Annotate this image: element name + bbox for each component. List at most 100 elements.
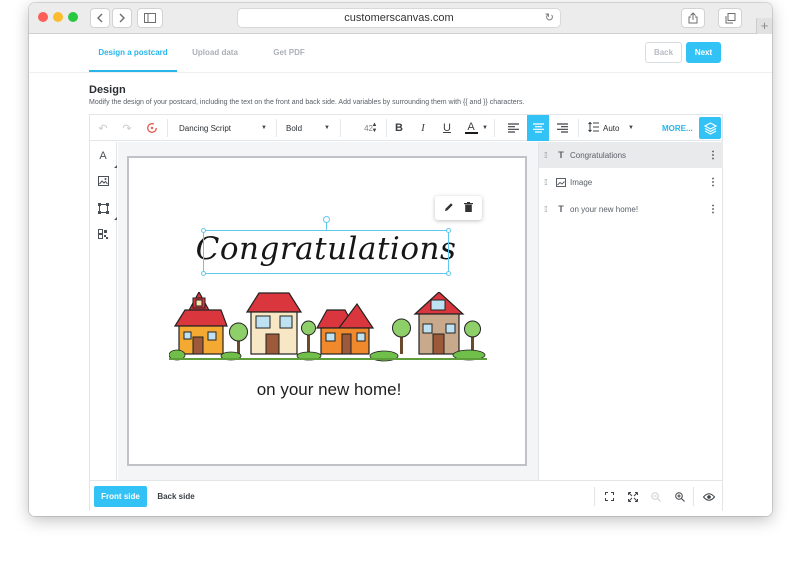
resize-handle-tl[interactable] [201, 228, 206, 233]
font-family-select[interactable]: Dancing Script ▼ [179, 120, 267, 136]
text-tool[interactable]: A [95, 148, 117, 168]
layer-item[interactable]: ⁞⁞ Image ⋮ [539, 169, 723, 195]
step-upload-data[interactable]: Upload data [177, 34, 253, 72]
postcard-editor: ↶ ↷ Dancing Script ▼ Bold ▼ 42 ▲ ▼ B I U… [89, 114, 723, 511]
browser-titlebar: customerscanvas.com ↻ + [29, 3, 772, 34]
chevron-down-icon: ▼ [261, 125, 267, 131]
toolbar-separator [340, 119, 341, 137]
chevron-down-icon: ▼ [628, 125, 634, 131]
shape-icon[interactable] [95, 200, 117, 220]
undo-icon[interactable]: ↶ [94, 115, 112, 141]
house-3 [315, 302, 375, 355]
chevron-right-icon[interactable] [112, 8, 132, 28]
next-button[interactable]: Next [686, 42, 721, 63]
postcard-canvas[interactable]: Congratulations on your new home! [127, 156, 527, 466]
trash-icon[interactable] [464, 199, 473, 217]
text-color-swatch [464, 132, 478, 134]
text-color-button[interactable]: A [461, 115, 481, 141]
house-2 [245, 292, 303, 355]
eye-icon[interactable] [699, 486, 719, 507]
toolbar-separator [578, 119, 579, 137]
bold-button[interactable]: B [390, 115, 408, 141]
pencil-icon[interactable] [444, 199, 454, 217]
share-icon[interactable] [681, 8, 705, 28]
step-get-pdf[interactable]: Get PDF [253, 34, 325, 72]
front-side-tab[interactable]: Front side [94, 486, 147, 507]
line-height-select[interactable]: Auto ▼ [588, 120, 634, 136]
zoom-out-icon[interactable] [646, 486, 666, 507]
text-tool-label: A [99, 150, 107, 162]
new-tab-button[interactable]: + [756, 18, 772, 34]
zoom-in-icon[interactable] [670, 486, 690, 507]
drag-handle-icon[interactable]: ⁞⁞ [544, 151, 548, 160]
layers-panel: ⁞⁞ T Congratulations ⋮ ⁞⁞ Image ⋮ ⁞⁞ T o… [538, 142, 723, 480]
resize-handle-bl[interactable] [201, 271, 206, 276]
floating-edit-toolbar [435, 196, 482, 220]
bottom-separator [693, 487, 694, 506]
layer-item[interactable]: ⁞⁞ T Congratulations ⋮ [539, 142, 723, 168]
editor-bottom-bar: Front side Back side [90, 480, 722, 511]
image-layer-icon [555, 177, 567, 187]
font-weight-value: Bold [286, 123, 303, 133]
line-height-value: Auto [603, 123, 620, 133]
resize-handle-tr[interactable] [446, 228, 451, 233]
reload-icon[interactable]: ↻ [545, 11, 554, 24]
section-title: Design [89, 84, 126, 96]
tabs-icon[interactable] [718, 8, 742, 28]
more-button[interactable]: MORE... [662, 115, 693, 141]
layers-icon[interactable] [699, 117, 721, 139]
back-side-tab[interactable]: Back side [152, 486, 200, 507]
text-layer-icon: T [558, 150, 564, 160]
layer-name: on your new home! [570, 204, 639, 214]
font-size-stepper[interactable]: ▲ ▼ [370, 115, 379, 141]
text-color-label: A [467, 121, 475, 133]
align-center-icon[interactable] [527, 115, 549, 141]
toolbar-separator [494, 119, 495, 137]
minimize-window-button[interactable] [53, 12, 63, 22]
resize-handle-br[interactable] [446, 271, 451, 276]
drag-handle-icon[interactable]: ⁞⁞ [544, 178, 548, 187]
text-layer-icon: T [558, 204, 564, 214]
more-vertical-icon[interactable]: ⋮ [708, 204, 718, 215]
editor-toolbar: ↶ ↷ Dancing Script ▼ Bold ▼ 42 ▲ ▼ B I U… [90, 115, 722, 141]
fullscreen-icon[interactable] [623, 486, 643, 507]
reset-icon[interactable] [143, 115, 161, 141]
layer-name: Image [570, 177, 593, 187]
tree-3 [392, 318, 411, 354]
line-height-icon [588, 121, 599, 134]
step-design[interactable]: Design a postcard [89, 34, 177, 72]
underline-button[interactable]: U [438, 115, 456, 141]
font-weight-select[interactable]: Bold ▼ [286, 120, 330, 136]
maximize-window-button[interactable] [68, 12, 78, 22]
url-text: customerscanvas.com [344, 12, 454, 24]
house-1 [173, 292, 228, 355]
subtitle-text[interactable]: on your new home! [129, 380, 529, 400]
houses-illustration[interactable] [169, 292, 487, 364]
more-vertical-icon[interactable]: ⋮ [708, 150, 718, 161]
tree-2 [301, 320, 316, 354]
drag-handle-icon[interactable]: ⁞⁞ [544, 205, 548, 214]
close-window-button[interactable] [38, 12, 48, 22]
left-toolbox: A [90, 142, 117, 480]
more-vertical-icon[interactable]: ⋮ [708, 177, 718, 188]
align-right-icon[interactable] [552, 115, 572, 141]
align-left-icon[interactable] [503, 115, 523, 141]
fit-icon[interactable] [599, 486, 619, 507]
redo-icon[interactable]: ↷ [118, 115, 136, 141]
toolbar-separator [167, 119, 168, 137]
qr-code-icon[interactable] [95, 226, 111, 242]
chevron-down-icon[interactable]: ▼ [481, 115, 489, 141]
url-bar[interactable]: customerscanvas.com ↻ [237, 8, 561, 28]
layer-name: Congratulations [570, 150, 627, 160]
back-button[interactable]: Back [645, 42, 682, 63]
page-content: Design a postcard Upload data Get PDF Ba… [29, 34, 772, 516]
chevron-left-icon[interactable] [90, 8, 110, 28]
sidebar-icon[interactable] [137, 8, 163, 28]
image-icon[interactable] [95, 173, 111, 189]
section-description: Modify the design of your postcard, incl… [89, 99, 525, 106]
bottom-separator [594, 487, 595, 506]
italic-button[interactable]: I [414, 115, 432, 141]
tree-1 [229, 322, 248, 354]
layer-item[interactable]: ⁞⁞ T on your new home! ⋮ [539, 196, 723, 222]
chevron-down-icon: ▼ [324, 125, 330, 131]
